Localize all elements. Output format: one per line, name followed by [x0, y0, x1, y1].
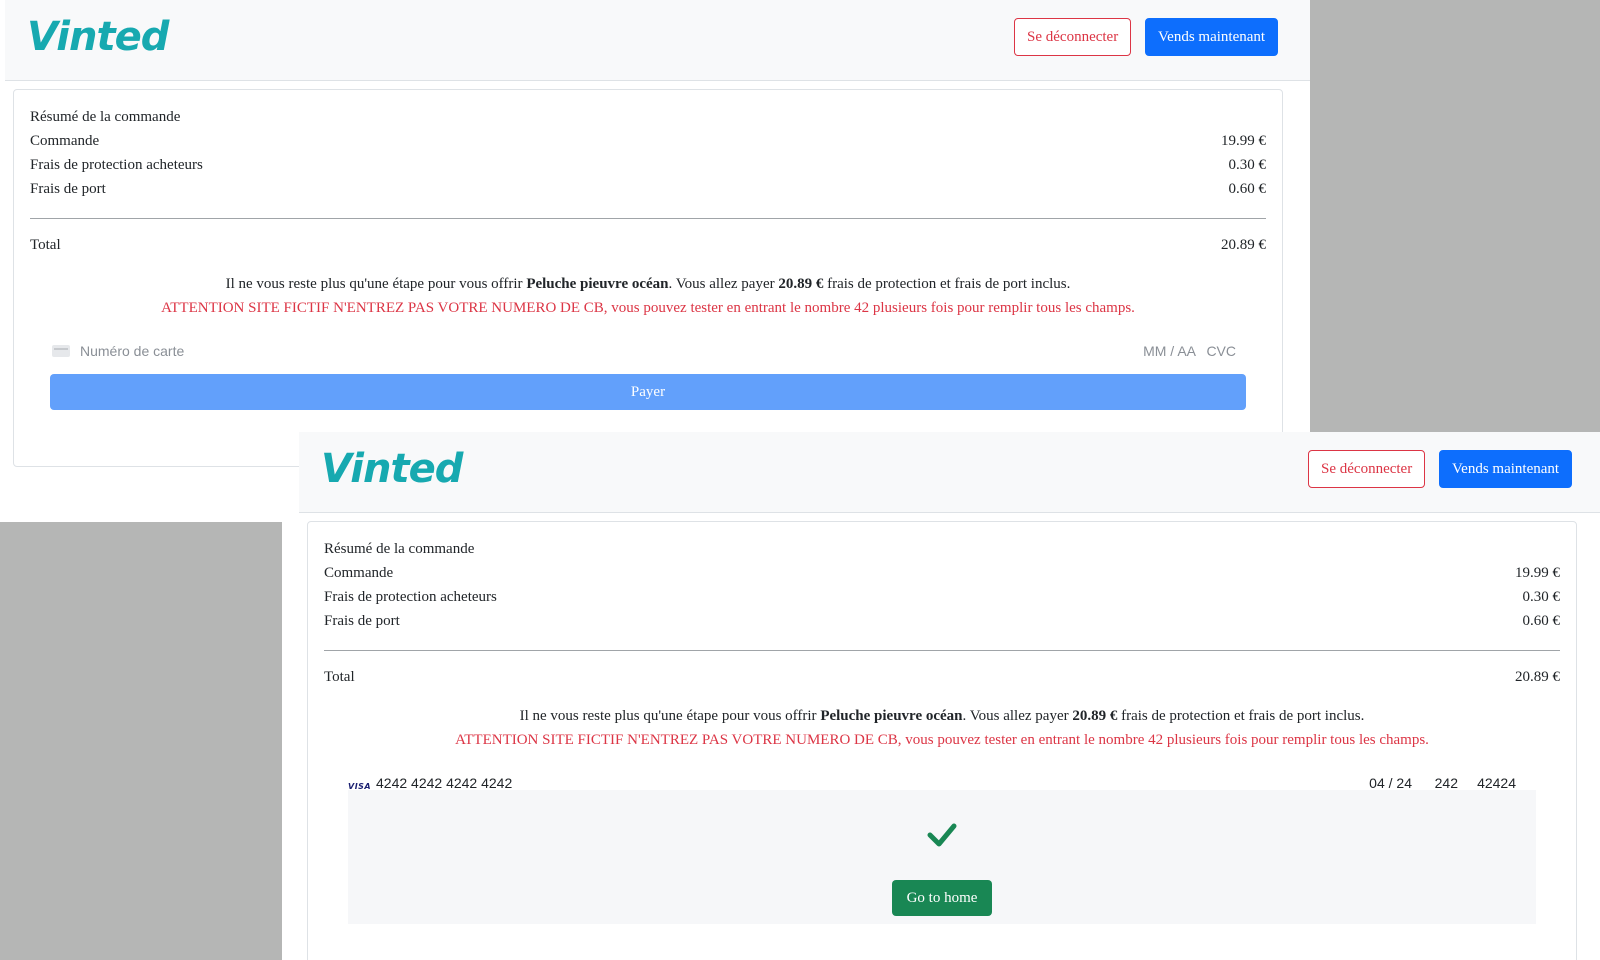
row-label: Frais de port	[30, 181, 106, 197]
pay-button[interactable]: Payer	[50, 374, 1246, 410]
sell-now-button[interactable]: Vends maintenant	[1145, 18, 1279, 56]
row-label: Commande	[30, 133, 100, 149]
expiry-input[interactable]: MM / AA	[1143, 340, 1196, 362]
summary-row-buyer-protection: Frais de protection acheteurs 0.30 €	[324, 586, 1560, 608]
summary-row-order: Commande 19.99 €	[324, 562, 1560, 584]
payment-success-panel: Go to home	[348, 790, 1536, 924]
cvc-input[interactable]: CVC	[1206, 340, 1236, 362]
row-label: Frais de port	[324, 613, 400, 629]
backdrop-right	[1310, 0, 1600, 432]
row-value: 0.30 €	[1228, 157, 1267, 173]
row-value: 19.99 €	[1221, 133, 1266, 149]
order-summary-card: Résumé de la commande Commande 19.99 € F…	[13, 89, 1283, 467]
total-label: Total	[30, 237, 61, 253]
summary-row-order: Commande 19.99 €	[30, 130, 1266, 152]
summary-total: Total 20.89 €	[30, 234, 1266, 256]
backdrop-left	[0, 522, 282, 960]
screenshot-after-payment: Vinted Se déconnecter Vends maintenant R…	[299, 432, 1600, 960]
divider	[324, 650, 1560, 651]
row-value: 19.99 €	[1515, 565, 1560, 581]
checkmark-icon	[927, 823, 957, 847]
navbar: Vinted Se déconnecter Vends maintenant	[5, 0, 1310, 81]
fake-site-warning: ATTENTION SITE FICTIF N'ENTREZ PAS VOTRE…	[455, 732, 1429, 748]
total-value: 20.89 €	[1515, 669, 1560, 685]
row-value: 0.60 €	[1228, 181, 1267, 197]
vinted-logo[interactable]: Vinted	[321, 444, 463, 494]
summary-row-buyer-protection: Frais de protection acheteurs 0.30 €	[30, 154, 1266, 176]
logout-button[interactable]: Se déconnecter	[1308, 450, 1426, 488]
sell-now-button[interactable]: Vends maintenant	[1439, 450, 1573, 488]
card-number-input[interactable]: Numéro de carte	[80, 340, 184, 362]
credit-card-icon	[52, 345, 70, 357]
card-input[interactable]: Numéro de carte MM / AA CVC	[52, 340, 1236, 362]
summary-title: Résumé de la commande	[324, 541, 475, 557]
product-name: Peluche pieuvre océan	[820, 708, 963, 724]
row-value: 0.60 €	[1522, 613, 1561, 629]
navbar: Vinted Se déconnecter Vends maintenant	[299, 432, 1600, 513]
total-value: 20.89 €	[1221, 237, 1266, 253]
row-label: Frais de protection acheteurs	[30, 157, 203, 173]
screenshot-before-payment: Vinted Se déconnecter Vends maintenant R…	[5, 0, 1310, 476]
amount: 20.89 €	[1072, 708, 1118, 724]
payment-info-text: Il ne vous reste plus qu'une étape pour …	[225, 276, 1071, 292]
amount: 20.89 €	[778, 276, 824, 292]
order-summary-card: Résumé de la commande Commande 19.99 € F…	[307, 521, 1577, 960]
go-to-home-button[interactable]: Go to home	[892, 880, 992, 916]
product-name: Peluche pieuvre océan	[526, 276, 669, 292]
divider	[30, 218, 1266, 219]
row-label: Commande	[324, 565, 394, 581]
summary-row-shipping: Frais de port 0.60 €	[324, 610, 1560, 632]
fake-site-warning: ATTENTION SITE FICTIF N'ENTREZ PAS VOTRE…	[161, 300, 1135, 316]
row-label: Frais de protection acheteurs	[324, 589, 497, 605]
payment-info-text: Il ne vous reste plus qu'une étape pour …	[519, 708, 1365, 724]
logout-button[interactable]: Se déconnecter	[1014, 18, 1132, 56]
summary-row-shipping: Frais de port 0.60 €	[30, 178, 1266, 200]
row-value: 0.30 €	[1522, 589, 1561, 605]
summary-total: Total 20.89 €	[324, 666, 1560, 688]
total-label: Total	[324, 669, 355, 685]
vinted-logo[interactable]: Vinted	[27, 12, 169, 62]
summary-title: Résumé de la commande	[30, 109, 181, 125]
